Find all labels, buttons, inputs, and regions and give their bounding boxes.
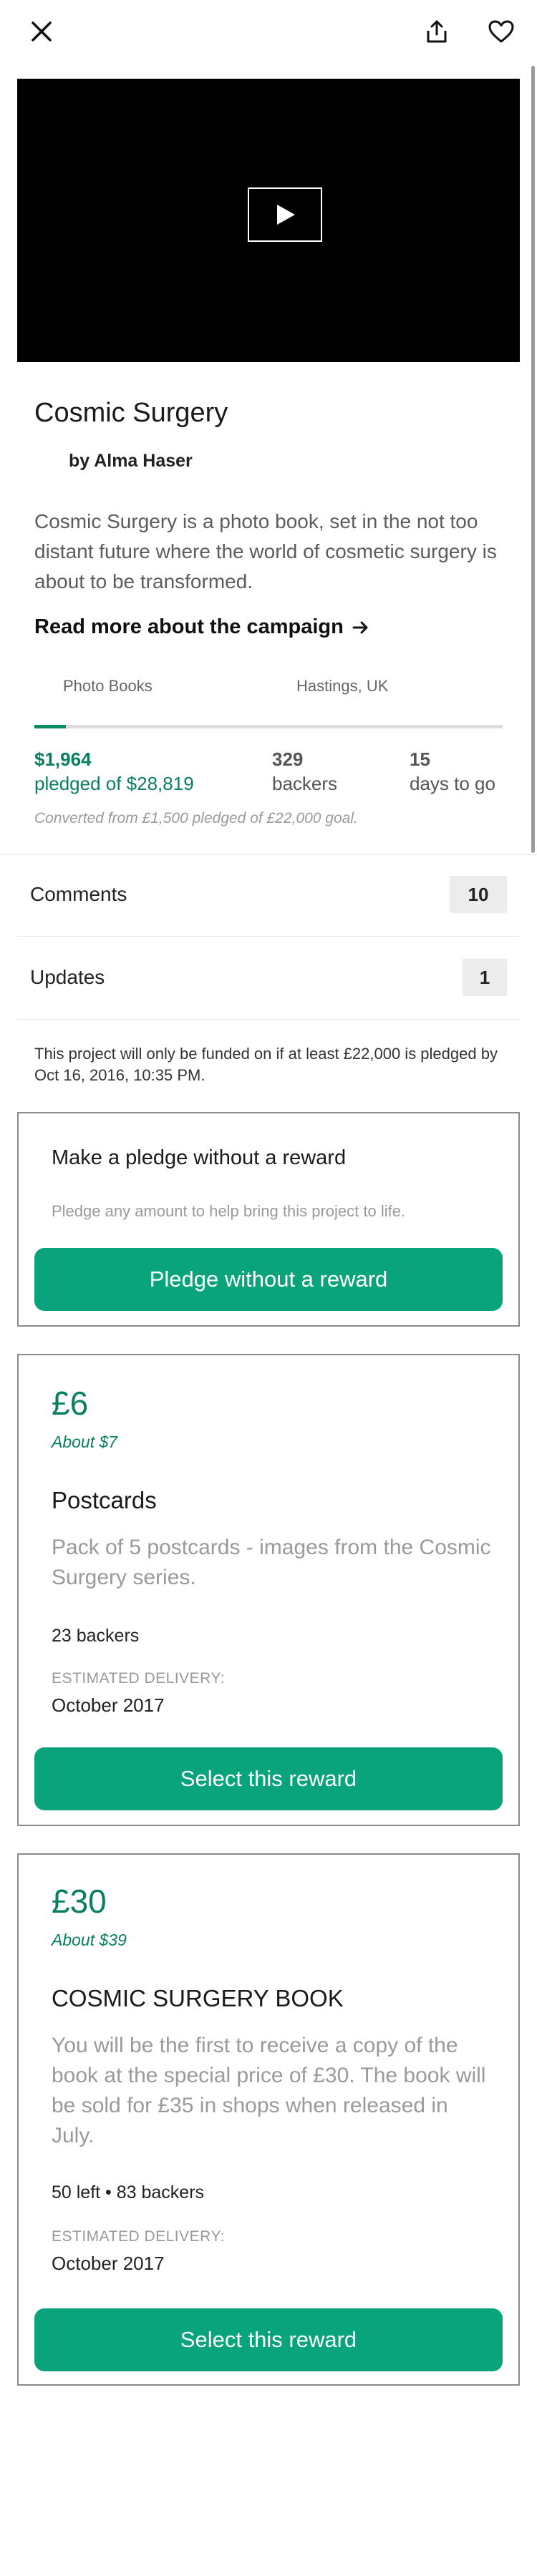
reward-price: £6 bbox=[52, 1385, 89, 1422]
updates-label: Updates bbox=[30, 966, 105, 988]
comments-count-badge: 10 bbox=[450, 876, 507, 913]
pledged-goal: pledged of $28,819 bbox=[34, 773, 194, 794]
funding-progress-fill bbox=[34, 725, 67, 728]
divider bbox=[0, 854, 537, 855]
scrollbar[interactable] bbox=[531, 66, 535, 853]
video-player[interactable] bbox=[17, 79, 520, 362]
reward-backers: 23 backers bbox=[52, 1626, 140, 1646]
divider bbox=[17, 1019, 520, 1020]
reward-converted-price: About $7 bbox=[52, 1433, 118, 1451]
category-tag[interactable]: Photo Books bbox=[63, 677, 153, 696]
reward-backers: 50 left • 83 backers bbox=[52, 2182, 205, 2202]
converted-note: Converted from £1,500 pledged of £22,000… bbox=[34, 810, 358, 826]
reward-title: COSMIC SURGERY BOOK bbox=[52, 1985, 344, 2011]
pledged-stat: $1,964 pledged of $28,819 bbox=[34, 747, 194, 796]
no-reward-card: Make a pledge without a reward Pledge an… bbox=[17, 1112, 520, 1327]
days-count: 15 bbox=[410, 748, 430, 770]
arrow-right-icon bbox=[352, 621, 368, 633]
funding-progress-bar bbox=[34, 725, 503, 728]
no-reward-title: Make a pledge without a reward bbox=[52, 1146, 347, 1169]
reward-price: £30 bbox=[52, 1883, 107, 1920]
reward-card: £6 About $7 Postcards Pack of 5 postcard… bbox=[17, 1354, 520, 1826]
reward-card: £30 About $39 COSMIC SURGERY BOOK You wi… bbox=[17, 1853, 520, 2386]
reward-description: Pack of 5 postcards - images from the Co… bbox=[52, 1536, 491, 1589]
backers-stat: 329 backers bbox=[272, 747, 337, 796]
pledge-without-reward-button[interactable]: Pledge without a reward bbox=[34, 1248, 503, 1311]
reward-title: Postcards bbox=[52, 1487, 157, 1513]
updates-count-badge: 1 bbox=[463, 959, 507, 996]
days-stat: 15 days to go bbox=[410, 747, 495, 796]
no-reward-subtitle: Pledge any amount to help bring this pro… bbox=[52, 1202, 406, 1220]
play-icon bbox=[277, 205, 295, 225]
top-bar bbox=[0, 0, 537, 63]
funding-deadline-note: This project will only be funded on if a… bbox=[34, 1045, 498, 1084]
estimated-delivery-date: October 2017 bbox=[52, 1694, 165, 1716]
reward-description: You will be the first to receive a copy … bbox=[52, 2034, 486, 2147]
comments-label: Comments bbox=[30, 883, 127, 905]
pledged-amount: $1,964 bbox=[34, 748, 92, 770]
creator-name[interactable]: by Alma Haser bbox=[69, 451, 193, 472]
reward-converted-price: About $39 bbox=[52, 1931, 127, 1949]
read-more-link[interactable]: Read more about the campaign bbox=[34, 615, 369, 639]
project-blurb: Cosmic Surgery is a photo book, set in t… bbox=[34, 510, 497, 592]
divider bbox=[17, 936, 520, 937]
close-icon[interactable] bbox=[26, 16, 57, 47]
location-tag[interactable]: Hastings, UK bbox=[296, 677, 388, 696]
backers-label: backers bbox=[272, 773, 338, 794]
share-icon[interactable] bbox=[420, 14, 454, 49]
estimated-delivery-label: ESTIMATED DELIVERY: bbox=[52, 2228, 226, 2245]
heart-icon[interactable] bbox=[484, 14, 518, 49]
select-reward-button[interactable]: Select this reward bbox=[34, 1747, 503, 1810]
play-button[interactable] bbox=[248, 187, 322, 242]
days-label: days to go bbox=[410, 773, 495, 794]
select-reward-button[interactable]: Select this reward bbox=[34, 2308, 503, 2371]
project-title: Cosmic Surgery bbox=[34, 398, 228, 428]
estimated-delivery-date: October 2017 bbox=[52, 2253, 165, 2274]
read-more-label: Read more about the campaign bbox=[34, 615, 344, 638]
backers-count: 329 bbox=[272, 748, 304, 770]
estimated-delivery-label: ESTIMATED DELIVERY: bbox=[52, 1670, 226, 1687]
